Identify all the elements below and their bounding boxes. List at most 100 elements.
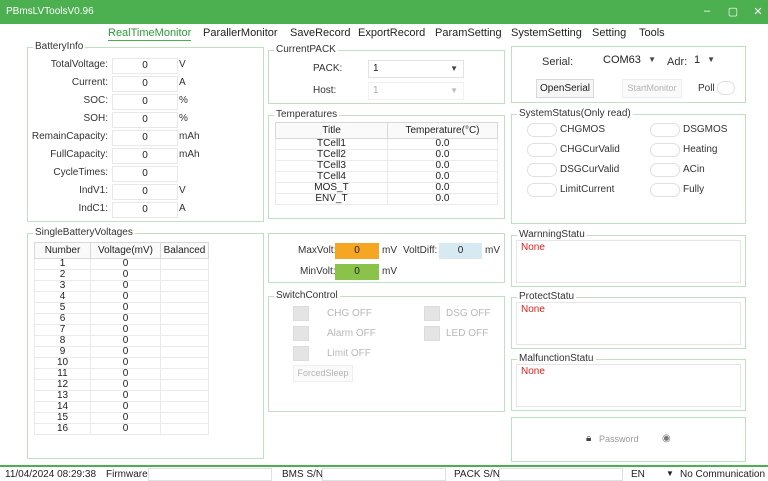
cell-voltage: 0 [90, 302, 161, 314]
poll-toggle[interactable] [717, 81, 735, 95]
led-off-checkbox[interactable] [424, 326, 440, 341]
menu-tools[interactable]: Tools [639, 27, 665, 39]
status-bar: 11/04/2024 08:29:38 Firmware: BMS S/N: P… [0, 465, 768, 481]
cell-balanced [160, 302, 209, 314]
temp-value: 0.0 [387, 138, 498, 150]
protect-box: None [516, 302, 741, 345]
forced-sleep-button[interactable]: ForcedSleep [293, 365, 353, 382]
menu-bar: RealTimeMonitor ParallerMonitor SaveReco… [0, 24, 768, 44]
host-select-value: 1 [373, 85, 379, 96]
table-row: ENV_T 0.0 [275, 193, 498, 205]
table-row: TCell2 0.0 [275, 149, 498, 161]
dsg-off-checkbox[interactable] [424, 306, 440, 321]
cell-voltage: 0 [90, 324, 161, 336]
table-row: 20 [34, 269, 259, 281]
cell-voltage: 0 [90, 335, 161, 347]
serial-select-value: COM63 [603, 54, 641, 66]
table-row: 12 0 [34, 379, 259, 391]
temp-value: 0.0 [387, 171, 498, 183]
pack-select[interactable]: 1 ▼ [368, 60, 464, 78]
maximize-button[interactable]: ▢ [726, 5, 740, 18]
switch-control-title: SwitchControl [274, 290, 340, 301]
temp-title: TCell4 [275, 171, 388, 183]
indc1-unit: A [179, 203, 186, 214]
col-number: Number [34, 242, 91, 259]
volt-diff-value: 0 [439, 243, 482, 259]
cell-balanced [160, 291, 209, 303]
cell-balanced [160, 412, 209, 424]
menu-system-setting[interactable]: SystemSetting [511, 27, 582, 39]
menu-save-record[interactable]: SaveRecord [290, 27, 351, 39]
chg-off-checkbox[interactable] [293, 306, 309, 321]
menu-paraller-monitor[interactable]: ParallerMonitor [203, 27, 278, 39]
max-volt-label: MaxVolt: [298, 245, 337, 256]
col-temperature: Temperature(°C) [387, 122, 498, 139]
menu-param-setting[interactable]: ParamSetting [435, 27, 502, 39]
table-row: 13 0 [34, 390, 259, 402]
minimize-button[interactable]: – [700, 5, 714, 17]
dsg-off-label: DSG OFF [446, 308, 491, 319]
communication-status: No Communication [680, 469, 766, 480]
cell-balanced [160, 324, 209, 336]
warning-box: None [516, 240, 741, 283]
cell-balanced [160, 346, 209, 358]
chgcurvalid-indicator [527, 143, 557, 157]
malfunction-box: None [516, 364, 741, 407]
table-row: 60 [34, 313, 259, 325]
cell-number: 8 [34, 335, 91, 347]
system-status-title: SystemStatus(Only read) [517, 108, 633, 119]
remain-capacity-label: RemainCapacity: [31, 131, 108, 142]
min-volt-unit: mV [382, 266, 397, 277]
min-volt-value: 0 [335, 264, 379, 280]
cell-balanced [160, 423, 209, 435]
open-serial-button[interactable]: OpenSerial [536, 79, 594, 98]
cell-voltage: 0 [90, 357, 161, 369]
status-datetime: 11/04/2024 08:29:38 [5, 469, 97, 480]
col-title: Title [275, 122, 388, 139]
total-voltage-value: 0 [112, 58, 178, 74]
menu-export-record[interactable]: ExportRecord [358, 27, 425, 39]
cycle-times-label: CycleTimes: [53, 167, 108, 178]
cell-number: 12 [34, 379, 91, 391]
table-row: 90 [34, 346, 259, 358]
bms-sn-field [322, 468, 446, 481]
language-select[interactable]: EN ▼ [628, 468, 674, 481]
menu-setting[interactable]: Setting [592, 27, 626, 39]
host-select[interactable]: 1 ▼ [368, 82, 464, 100]
password-field[interactable]: 🔒︎ Password ◉ [578, 432, 682, 448]
heating-indicator [650, 143, 680, 157]
limit-off-checkbox[interactable] [293, 346, 309, 361]
cell-number: 10 [34, 357, 91, 369]
temp-title: TCell1 [275, 138, 388, 150]
temp-title: TCell3 [275, 160, 388, 172]
indv1-unit: V [179, 185, 186, 196]
serial-select[interactable]: COM63 ▼ [599, 52, 661, 70]
start-monitor-button[interactable]: StartMonitor [622, 79, 682, 98]
cell-voltage: 0 [90, 401, 161, 413]
chg-off-label: CHG OFF [327, 308, 372, 319]
chgcurvalid-label: CHGCurValid [560, 144, 620, 155]
cell-voltage: 0 [90, 313, 161, 325]
led-off-label: LED OFF [446, 328, 489, 339]
malfunction-group: MalfunctionStatu None [511, 353, 746, 411]
acin-indicator [650, 163, 680, 177]
alarm-off-checkbox[interactable] [293, 326, 309, 341]
serial-group: Serial: COM63 ▼ Adr: 1 ▼ OpenSerial Star… [511, 46, 746, 103]
chevron-down-icon: ▼ [450, 64, 458, 73]
cell-voltage: 0 [90, 379, 161, 391]
max-volt-unit: mV [382, 245, 397, 256]
table-row: 70 [34, 324, 259, 336]
close-button[interactable]: ✕ [751, 5, 765, 18]
temp-value: 0.0 [387, 182, 498, 194]
pack-label: PACK: [313, 63, 343, 74]
cell-number: 13 [34, 390, 91, 402]
adr-select[interactable]: 1 ▼ [690, 52, 720, 70]
password-placeholder: Password [599, 434, 639, 444]
temp-title: TCell2 [275, 149, 388, 161]
eye-icon[interactable]: ◉ [662, 433, 671, 444]
soc-label: SOC: [83, 95, 108, 106]
menu-realtime-monitor[interactable]: RealTimeMonitor [108, 27, 192, 41]
temperatures-table: Title Temperature(°C) TCell1 0.0 TCell2 0.… [275, 122, 498, 205]
table-row: 50 [34, 302, 259, 314]
protect-group: ProtectStatu None [511, 291, 746, 349]
